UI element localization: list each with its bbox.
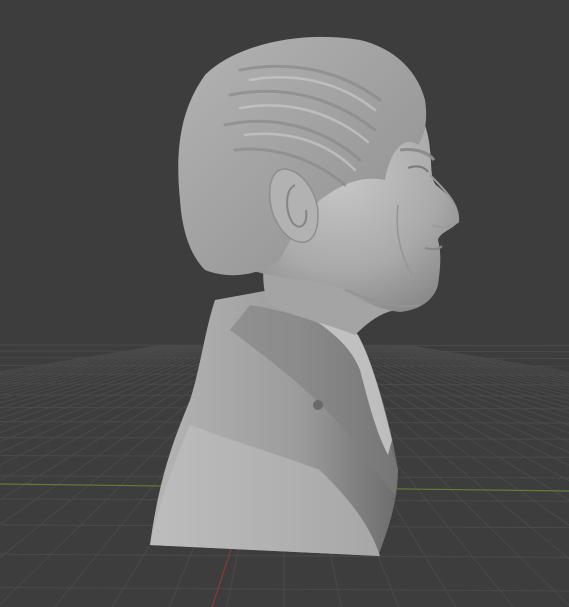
viewport-canvas[interactable] bbox=[0, 0, 569, 607]
y-axis-line bbox=[211, 542, 234, 607]
bust-model[interactable] bbox=[150, 36, 460, 556]
3d-viewport[interactable] bbox=[0, 0, 569, 607]
bust-button bbox=[313, 400, 323, 410]
